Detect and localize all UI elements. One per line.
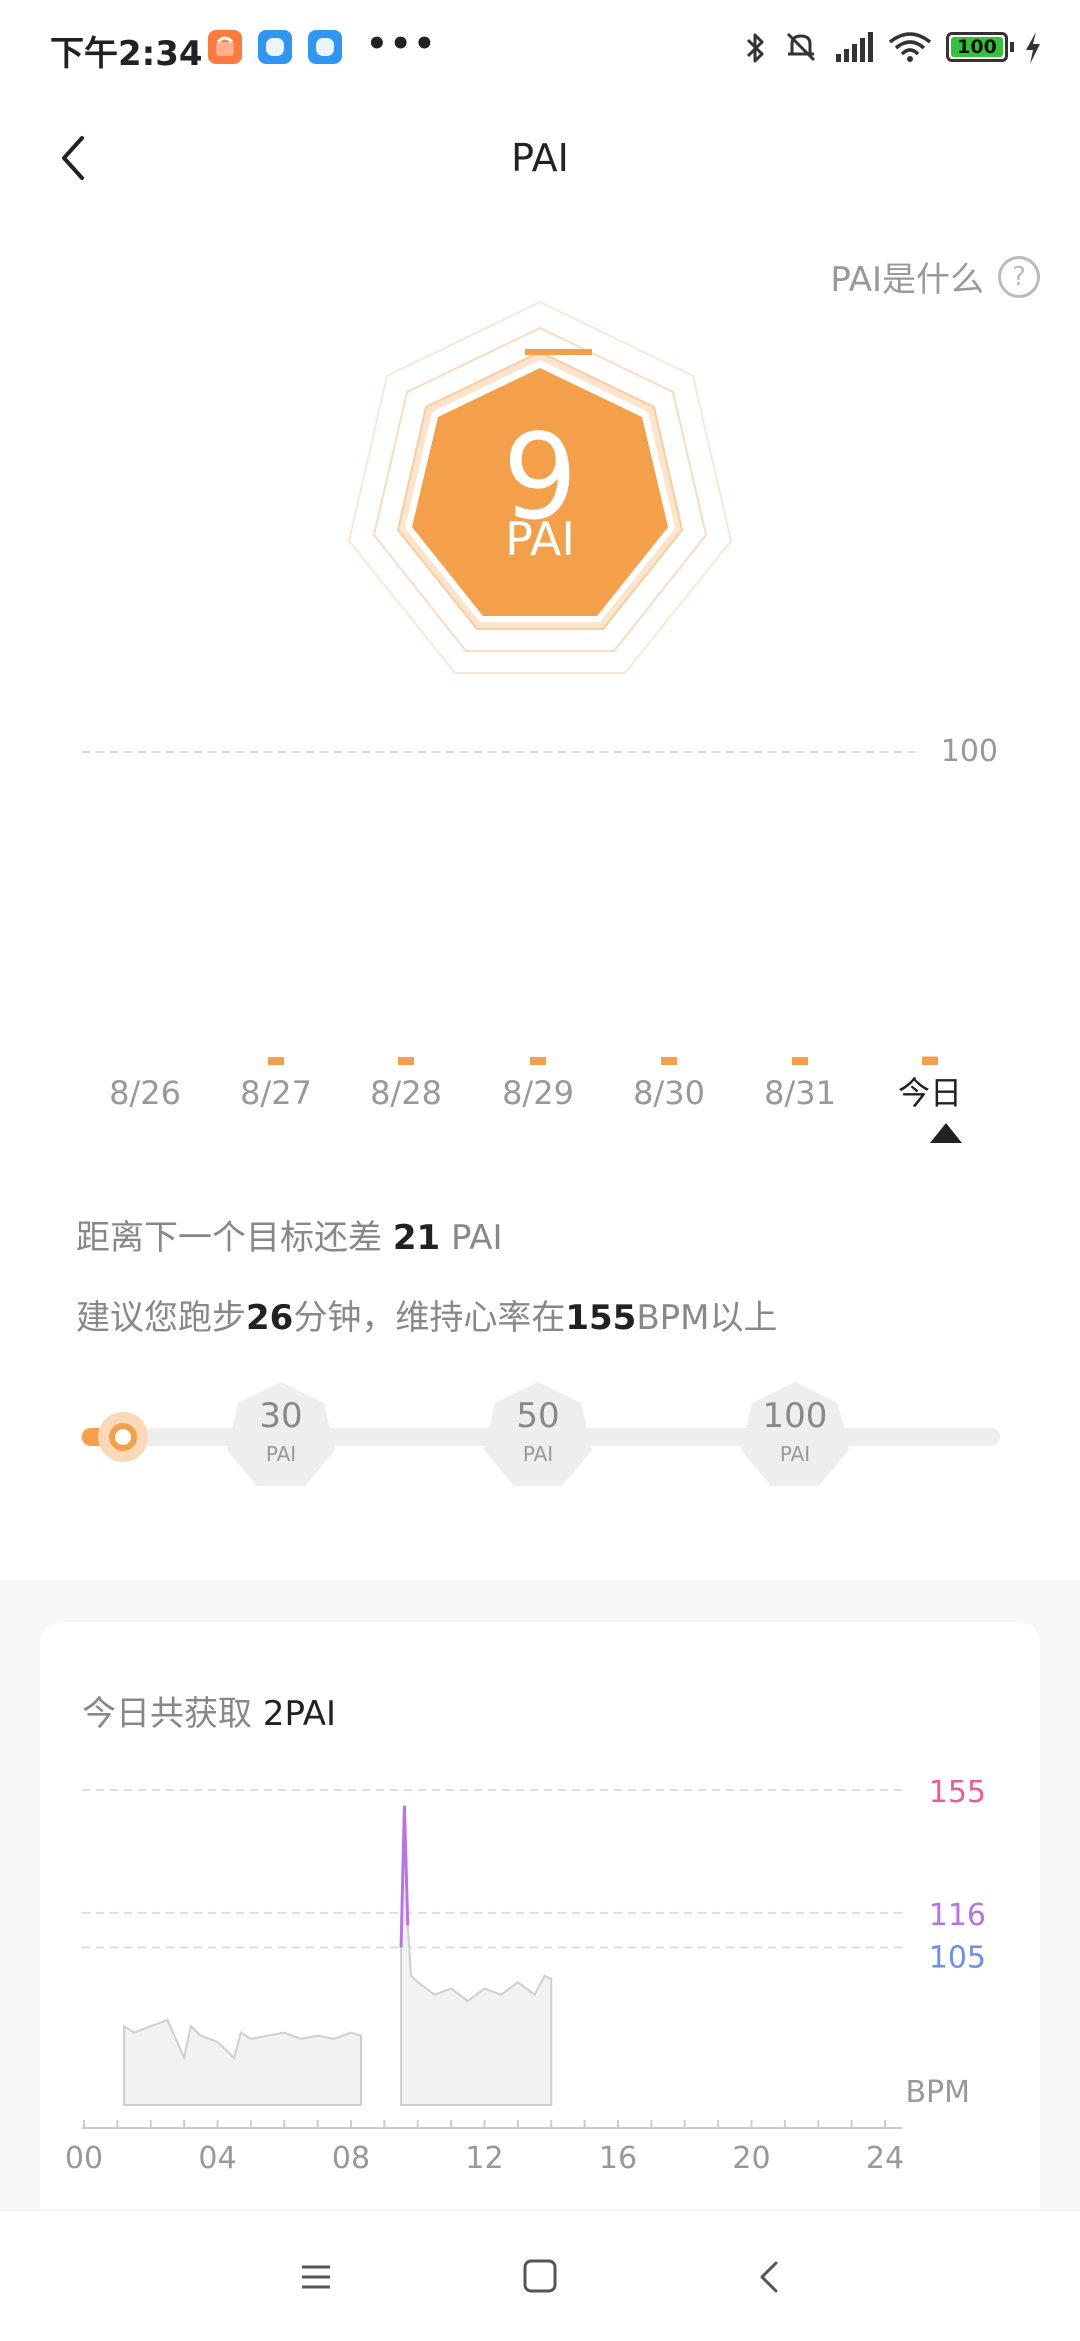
week-day-label[interactable]: 8/28 bbox=[370, 1074, 442, 1112]
mi-app-icon bbox=[258, 30, 292, 64]
week-day-label[interactable]: 8/30 bbox=[633, 1074, 705, 1112]
week-bar-1 bbox=[268, 1057, 284, 1065]
week-bar-4 bbox=[661, 1057, 677, 1065]
heart-rate-chart: 155 116 105 00 04 08 12 16 20 24BPM bbox=[65, 1775, 986, 2176]
signal-icon bbox=[836, 32, 873, 62]
goal-progress-track: 30 PAI 50 PAI 100 PAI bbox=[80, 1380, 1000, 1500]
suggestion-bpm: 155 bbox=[565, 1298, 637, 1338]
goal-badge-30: 30 PAI bbox=[226, 1380, 336, 1492]
hr-x-tick-label: 04 bbox=[198, 2141, 236, 2176]
what-is-pai-label: PAI是什么 bbox=[830, 260, 984, 300]
hr-x-tick-label: 24 bbox=[866, 2141, 904, 2176]
hr-x-tick-label: 20 bbox=[732, 2141, 770, 2176]
hr-x-tick-label: 08 bbox=[332, 2141, 370, 2176]
suggestion-minutes: 26 bbox=[246, 1298, 294, 1338]
suggestion-bpm-suffix: BPM以上 bbox=[636, 1298, 778, 1338]
hr-x-tick-label: 12 bbox=[465, 2141, 503, 2176]
bluetooth-icon bbox=[746, 33, 764, 63]
help-icon: ? bbox=[998, 255, 1040, 298]
what-is-pai-link[interactable]: PAI是什么 ? bbox=[830, 252, 1040, 301]
suggestion-minutes-unit: 分钟，维持心率在 bbox=[293, 1298, 566, 1338]
week-day-label[interactable]: 8/27 bbox=[240, 1074, 312, 1112]
battery-level: 100 bbox=[951, 37, 1003, 57]
system-nav-bar bbox=[0, 2210, 1080, 2341]
menu-icon[interactable] bbox=[298, 2259, 334, 2295]
goal-badge-value: 100 bbox=[762, 1396, 828, 1436]
goal-badge-unit: PAI bbox=[779, 1442, 811, 1466]
next-goal-gap-prefix: 距离下一个目标还差 bbox=[76, 1218, 382, 1258]
status-more-dots: ••• bbox=[366, 24, 438, 64]
suggestion-text: 建议您跑步26分钟，维持心率在155BPM以上 bbox=[76, 1290, 777, 1339]
wifi-icon bbox=[888, 32, 932, 62]
hr-x-tick-label: 00 bbox=[65, 2141, 103, 2176]
next-goal-gap-value: 21 bbox=[392, 1218, 441, 1258]
week-day-label[interactable]: 8/29 bbox=[502, 1074, 574, 1112]
week-day-label[interactable]: 8/26 bbox=[109, 1074, 181, 1112]
charging-icon bbox=[1026, 32, 1040, 64]
week-day-label[interactable]: 8/31 bbox=[764, 1074, 836, 1112]
week-day-label[interactable]: 今日 bbox=[898, 1074, 962, 1112]
week-bar-6 bbox=[922, 1056, 938, 1065]
hr-y-unit-label: BPM bbox=[905, 2075, 970, 2110]
hr-threshold-label: 105 bbox=[929, 1941, 986, 1976]
pai-score-unit: PAI bbox=[505, 512, 575, 566]
week-bar-3 bbox=[530, 1057, 546, 1065]
today-earned-label: 今日共获取 bbox=[82, 1694, 252, 1734]
hr-threshold-label: 155 bbox=[929, 1775, 986, 1810]
selected-day-marker-icon bbox=[930, 1123, 962, 1143]
weekly-pai-chart: 8/26 8/27 8/28 8/29 8/30 8/31 今日 bbox=[82, 751, 962, 1143]
mi-store-icon bbox=[208, 30, 242, 64]
battery-icon: 100 bbox=[946, 32, 1008, 62]
goal-badge-value: 30 bbox=[259, 1396, 303, 1436]
goal-badge-value: 50 bbox=[516, 1396, 560, 1436]
status-time: 下午2:34 bbox=[50, 34, 203, 74]
week-bar-5 bbox=[792, 1057, 808, 1065]
battery-tip bbox=[1010, 42, 1014, 52]
goal-badge-unit: PAI bbox=[522, 1442, 554, 1466]
mute-icon bbox=[786, 32, 816, 62]
home-icon[interactable] bbox=[522, 2257, 558, 2295]
back-icon[interactable] bbox=[752, 2257, 788, 2297]
hr-area-segment-0 bbox=[123, 2018, 363, 2106]
next-goal-gap-unit: PAI bbox=[450, 1218, 503, 1258]
goal-badge-50: 50 PAI bbox=[483, 1380, 593, 1492]
next-goal-gap-text: 距离下一个目标还差 21 PAI bbox=[76, 1210, 503, 1259]
today-earned-value: 2PAI bbox=[262, 1694, 337, 1734]
suggestion-prefix: 建议您跑步 bbox=[76, 1298, 246, 1338]
goal-badge-unit: PAI bbox=[265, 1442, 297, 1466]
mi-app-icon-2 bbox=[308, 30, 342, 64]
progress-knob bbox=[109, 1423, 137, 1451]
hr-area-segment-1 bbox=[400, 1805, 553, 2106]
today-earned-title: 今日共获取 2PAI bbox=[82, 1686, 336, 1735]
week-bar-2 bbox=[398, 1057, 414, 1065]
status-bar: 下午2:34 ••• 100 bbox=[0, 0, 1080, 96]
page-title: PAI bbox=[511, 136, 569, 180]
hr-x-tick-label: 16 bbox=[599, 2141, 637, 2176]
hr-threshold-label: 116 bbox=[929, 1898, 986, 1933]
goal-badge-100: 100 PAI bbox=[740, 1380, 850, 1492]
